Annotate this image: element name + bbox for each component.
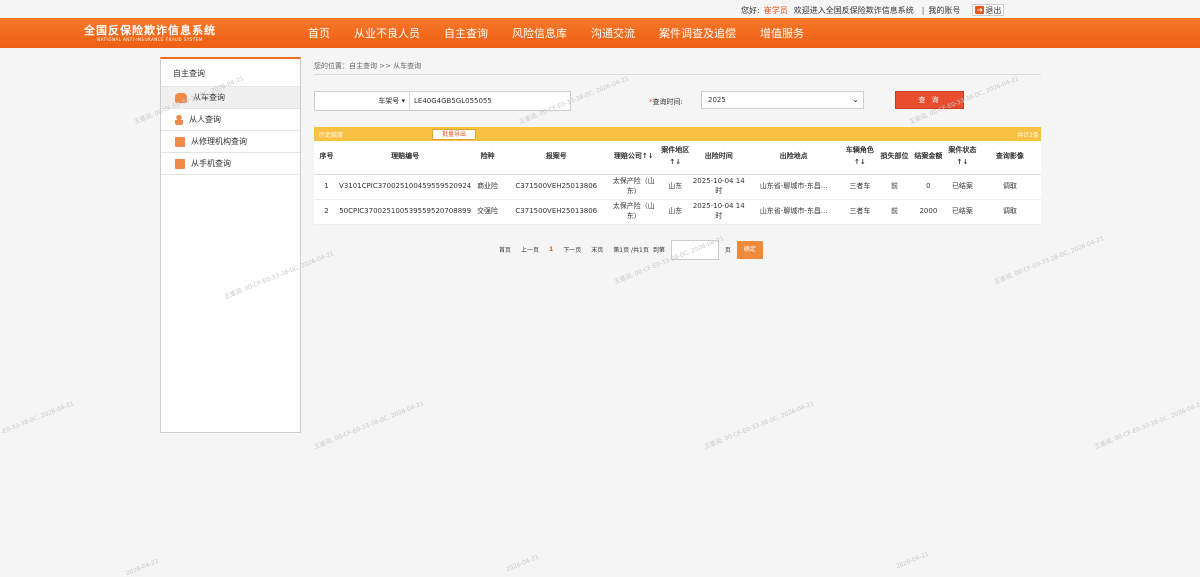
col-claim-no: 理赔编号 xyxy=(339,141,472,175)
col-damage-part: 损失部位 xyxy=(878,141,911,175)
watermark-date: 2026-04-21 xyxy=(894,550,930,571)
results-total: 共计2条 xyxy=(1017,131,1039,139)
welcome-text: 欢迎进入全国反保险欺诈信息系统 xyxy=(793,5,914,15)
pager-last[interactable]: 末页 xyxy=(591,245,603,254)
retrieve-image-link[interactable]: 调取 xyxy=(978,174,1041,200)
nav-case-investigation[interactable]: 案件调查及追偿 xyxy=(659,25,736,41)
pagination: 首页 上一页 1 下一页 末页 第1页 /共1页 到第 页 确定 xyxy=(314,239,1041,260)
breadcrumb: 您的位置：自主查询 >> 从车查询 xyxy=(314,57,1041,75)
person-icon xyxy=(175,114,183,125)
watermark-text: 王鉴润, 00-CF-E0-33-38-0C, 2026-04-21 xyxy=(313,400,425,451)
logout-icon: ➜ xyxy=(975,6,985,14)
vin-search-box: 车架号 ▾ LE40G4GB5GL055055 xyxy=(314,91,571,111)
field-type-select[interactable]: 车架号 ▾ xyxy=(315,92,410,110)
pager-unit: 页 xyxy=(724,247,731,254)
sidebar-item-vehicle-query[interactable]: 从车查询 xyxy=(161,87,300,109)
col-query-image: 查询影像 xyxy=(978,141,1041,175)
results-header: 历史赔案 批量导出 共计2条 xyxy=(314,127,1041,141)
pager-current: 1 xyxy=(549,246,554,253)
query-button[interactable]: 查 询 xyxy=(895,91,964,109)
calendar-icon xyxy=(175,136,185,147)
logo[interactable]: 全国反保险欺诈信息系统 NATIONAL ANTI-INSURANCE FRAU… xyxy=(0,25,300,42)
watermark-text: 王鉴润, 00-CF-E0-33-38-0C, 2026-04-21 xyxy=(1093,400,1200,451)
results-title: 历史赔案 xyxy=(319,131,344,139)
pager-prev[interactable]: 上一页 xyxy=(521,245,539,254)
pager-confirm-button[interactable]: 确定 xyxy=(736,240,763,259)
nav-bad-practitioners[interactable]: 从业不良人员 xyxy=(354,25,420,41)
col-company[interactable]: 理赔公司↑↓ xyxy=(608,141,659,175)
nav-home[interactable]: 首页 xyxy=(308,25,330,41)
logout-button[interactable]: ➜ 退出 xyxy=(972,4,1005,16)
watermark-text: 王鉴润, 00-CF-E0-33-38-0C, 2026-04-21 xyxy=(703,400,815,451)
vin-input[interactable]: LE40G4GB5GL055055 xyxy=(410,97,492,105)
table-header-row: 序号 理赔编号 险种 报案号 理赔公司↑↓ 案件地区↑↓ 出险时间 出险地点 车… xyxy=(314,141,1041,175)
pager-first[interactable]: 首页 xyxy=(499,245,511,254)
col-vehicle-role[interactable]: 车辆角色↑↓ xyxy=(841,141,879,175)
watermark-text: 王鉴润, 00-CF-E0-33-38-0C, 2026-04-21 xyxy=(0,400,75,451)
separator: | xyxy=(921,5,925,15)
sidebar: 自主查询 从车查询 从人查询 从修理机构查询 从手机查询 xyxy=(160,57,301,433)
col-accident-location: 出险地点 xyxy=(745,141,842,175)
pager-goto-label: 到第 xyxy=(652,247,665,254)
col-report-no: 报案号 xyxy=(503,141,609,175)
col-index: 序号 xyxy=(314,141,340,175)
search-form: 车架号 ▾ LE40G4GB5GL055055 *查询时间: 2025 ⌄ 查 询 xyxy=(314,75,1041,127)
main-nav: 全国反保险欺诈信息系统 NATIONAL ANTI-INSURANCE FRAU… xyxy=(0,18,1200,48)
col-accident-time: 出险时间 xyxy=(691,141,746,175)
calendar-icon xyxy=(175,158,185,169)
sidebar-item-phone-query[interactable]: 从手机查询 xyxy=(161,153,300,175)
main-content: 您的位置：自主查询 >> 从车查询 车架号 ▾ LE40G4GB5GL05505… xyxy=(314,57,1041,260)
logo-cn: 全国反保险欺诈信息系统 xyxy=(84,23,216,37)
sidebar-item-person-query[interactable]: 从人查询 xyxy=(161,109,300,131)
time-select[interactable]: 2025 ⌄ xyxy=(701,91,864,109)
nav-self-query[interactable]: 自主查询 xyxy=(444,25,488,41)
nav-value-added[interactable]: 增值服务 xyxy=(760,25,804,41)
sidebar-title: 自主查询 xyxy=(161,59,300,87)
car-icon xyxy=(175,92,187,103)
watermark-date: 2026-04-21 xyxy=(124,557,160,577)
col-case-status[interactable]: 案件状态↑↓ xyxy=(945,141,979,175)
greeting-text: 您好: xyxy=(741,5,760,15)
table-row: 1 V3101CPIC370025100459559520924 商业险 C37… xyxy=(314,174,1041,200)
table-row: 2 50CPIC370025100539559520708899 交强险 C37… xyxy=(314,199,1041,225)
sidebar-item-label: 从手机查询 xyxy=(191,159,231,168)
sidebar-item-label: 从人查询 xyxy=(189,115,221,124)
top-bar: 您好: 崔学员 欢迎进入全国反保险欺诈信息系统 | 我的账号 ➜ 退出 xyxy=(0,0,1200,18)
nav-communication[interactable]: 沟通交流 xyxy=(591,25,635,41)
logo-en: NATIONAL ANTI-INSURANCE FRAUD SYSTEM xyxy=(97,36,203,42)
retrieve-image-link[interactable]: 调取 xyxy=(978,199,1041,225)
pager-next[interactable]: 下一页 xyxy=(563,245,581,254)
sidebar-item-label: 从修理机构查询 xyxy=(191,137,247,146)
results-table: 序号 理赔编号 险种 报案号 理赔公司↑↓ 案件地区↑↓ 出险时间 出险地点 车… xyxy=(314,141,1041,225)
sidebar-item-label: 从车查询 xyxy=(193,93,225,102)
col-settle-amount: 结案金额 xyxy=(910,141,946,175)
col-insurance-type: 险种 xyxy=(471,141,504,175)
time-label: *查询时间: xyxy=(649,98,683,106)
logout-label: 退出 xyxy=(985,5,1002,15)
user-name[interactable]: 崔学员 xyxy=(764,5,788,16)
my-account-link[interactable]: 我的账号 xyxy=(928,5,960,16)
export-button[interactable]: 批量导出 xyxy=(432,129,476,140)
sidebar-item-repair-query[interactable]: 从修理机构查询 xyxy=(161,131,300,153)
chevron-down-icon: ⌄ xyxy=(852,95,859,104)
page-number-input[interactable] xyxy=(670,239,719,260)
nav-risk-database[interactable]: 风险信息库 xyxy=(512,25,567,41)
col-region[interactable]: 案件地区↑↓ xyxy=(658,141,692,175)
watermark-date: 2026-04-21 xyxy=(504,553,540,574)
pager-info: 第1页 /共1页 xyxy=(613,247,649,254)
